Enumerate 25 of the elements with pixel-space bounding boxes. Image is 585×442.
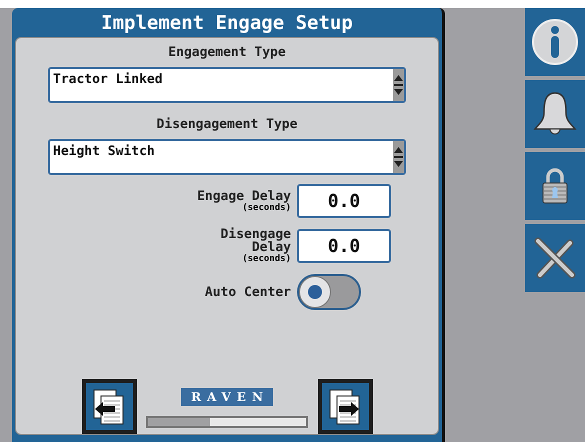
delay-input-field[interactable]: 0.0 [297,229,391,263]
auto-center-label: Auto Center [204,286,291,298]
disengagement-type-dropdown[interactable]: Height Switch [48,139,406,175]
bell-icon [533,91,577,137]
window-title: Implement Engage Setup [100,11,354,36]
auto-center-toggle[interactable] [297,274,361,310]
side-button[interactable] [525,8,585,76]
unit-label: (seconds) [242,202,291,212]
disengagement-type-label: Disengagement Type [156,117,298,133]
side-button[interactable] [525,80,585,148]
padlock-icon [542,168,568,204]
unit-label: (seconds) [242,254,291,264]
delay-label: Engage Delay [196,190,291,202]
info-icon [531,18,579,66]
delay-label: Disengage Delay [220,228,291,254]
scroll-arrows-icon[interactable] [393,141,404,173]
engagement-type-label: Engagement Type [168,45,286,61]
next-page-button[interactable] [318,379,372,434]
side-button[interactable] [525,152,585,220]
side-button[interactable] [525,224,585,292]
engagement-type-dropdown[interactable]: Tractor Linked [48,67,406,103]
scroll-arrows-icon[interactable] [393,69,404,101]
logo: RAVEN [181,388,273,406]
delay-input-field[interactable]: 0.0 [297,184,391,218]
previous-page-button[interactable] [82,379,136,434]
